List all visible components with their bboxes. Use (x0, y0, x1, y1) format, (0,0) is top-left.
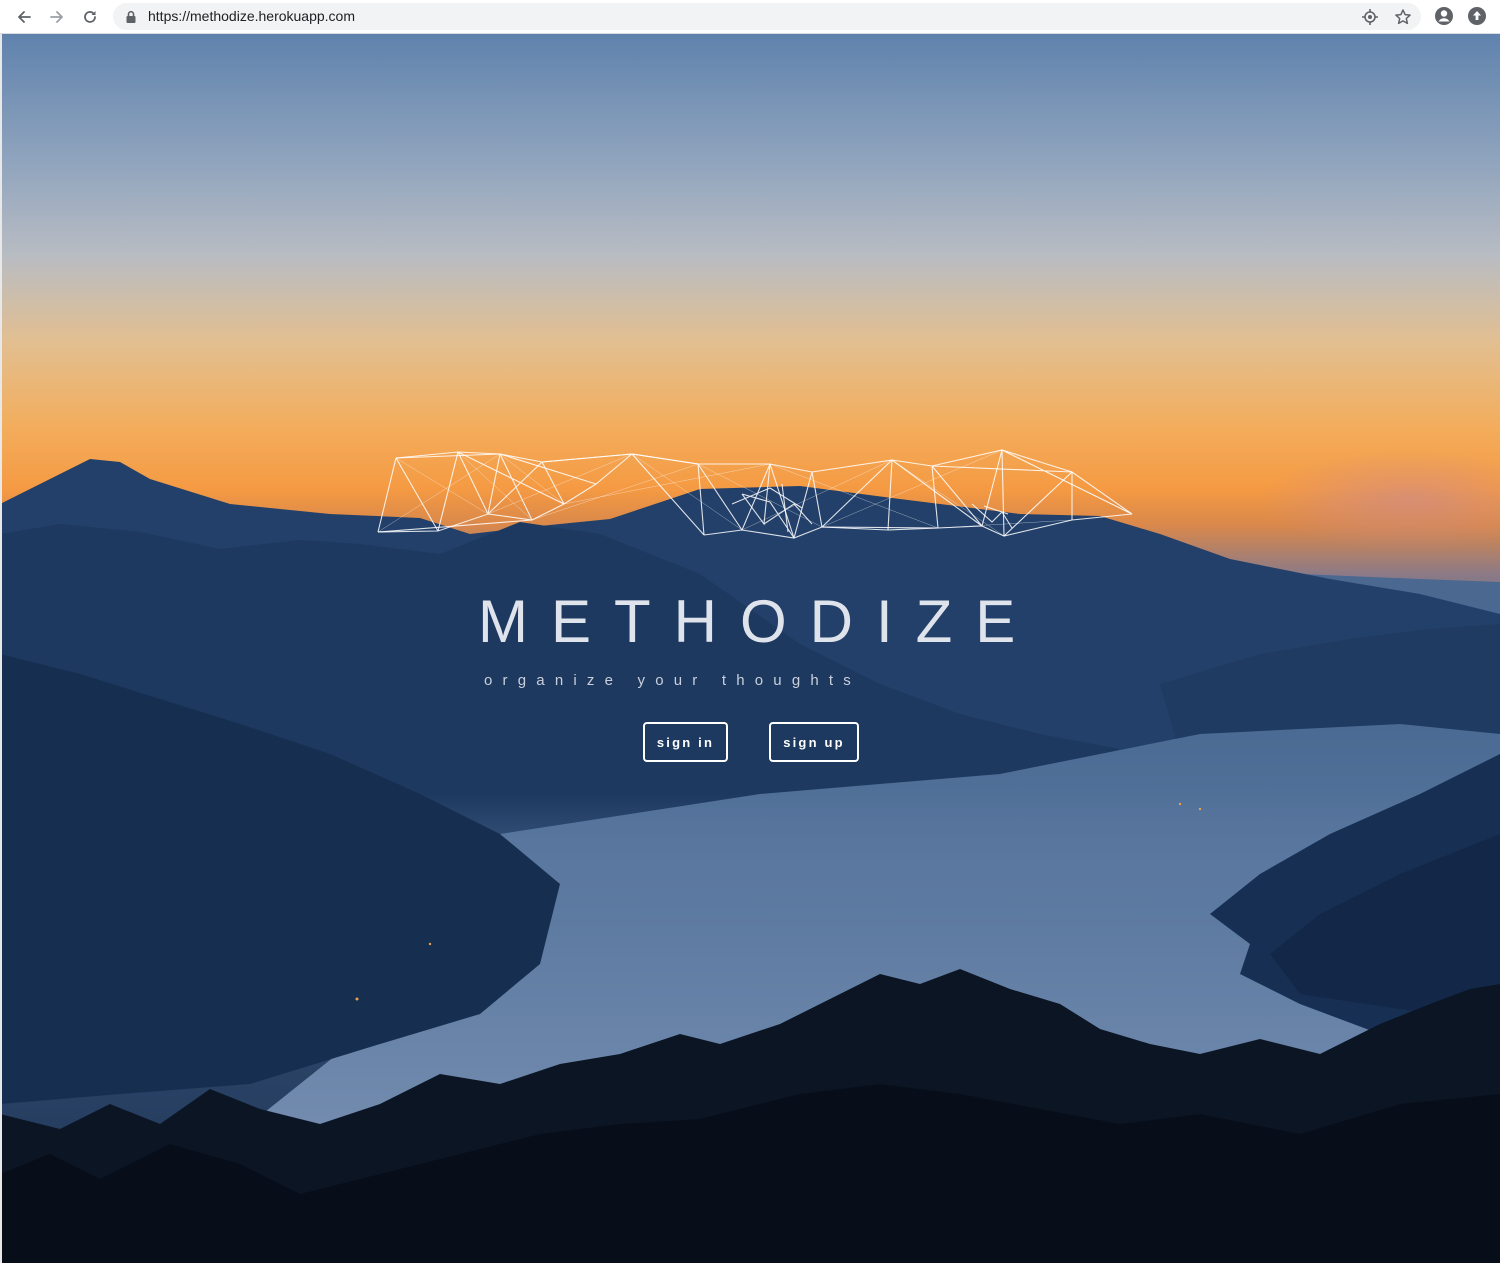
network-mesh-logo (377, 449, 1133, 539)
sign-up-button[interactable]: sign up (769, 722, 859, 762)
reload-button[interactable] (77, 4, 103, 30)
account-icon[interactable] (1434, 6, 1454, 26)
page-viewport: METHODIZE organize your thoughts sign in… (0, 34, 1500, 1263)
arrow-left-icon (18, 11, 31, 23)
address-bar[interactable]: https://methodize.herokuapp.com (113, 3, 1421, 30)
browser-toolbar: https://methodize.herokuapp.com (0, 0, 1500, 34)
upload-circle-icon[interactable] (1467, 6, 1487, 26)
page-left-edge (0, 34, 2, 1263)
reload-icon (84, 11, 96, 23)
back-button[interactable] (11, 4, 37, 30)
tagline: organize your thoughts (484, 672, 862, 689)
arrow-right-icon (50, 11, 63, 23)
url-text[interactable]: https://methodize.herokuapp.com (148, 8, 355, 25)
lock-icon (126, 10, 136, 23)
star-icon[interactable] (1394, 8, 1412, 26)
crosshair-icon[interactable] (1361, 8, 1379, 26)
forward-button[interactable] (44, 4, 70, 30)
brand-title: METHODIZE (478, 588, 1039, 655)
sign-in-button[interactable]: sign in (643, 722, 728, 762)
